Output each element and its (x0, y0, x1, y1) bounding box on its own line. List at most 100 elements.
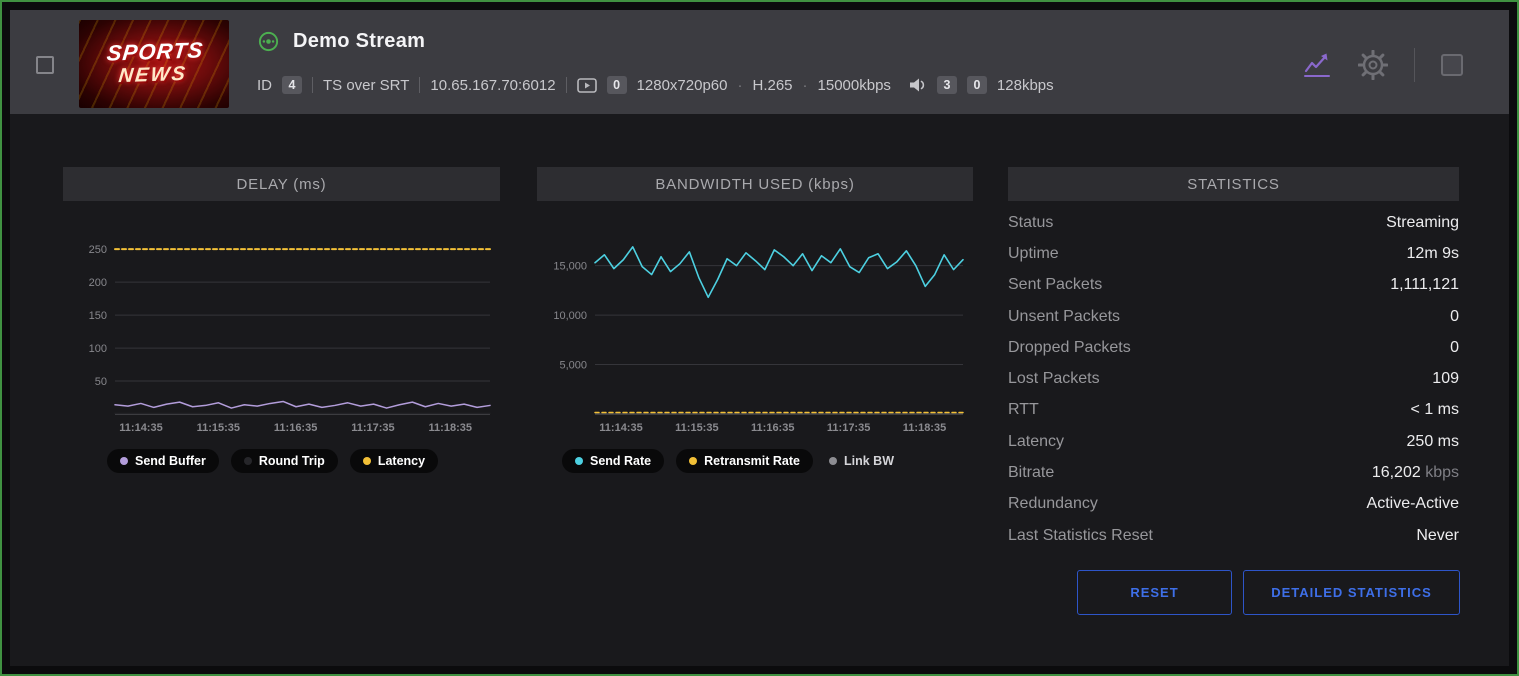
legend-round-trip[interactable]: Round Trip (231, 449, 338, 473)
svg-text:150: 150 (89, 310, 107, 322)
statistics-graph-button[interactable] (1302, 50, 1332, 80)
legend-label: Retransmit Rate (704, 454, 800, 468)
meta-divider (419, 77, 420, 93)
stat-row: Dropped Packets0 (1008, 332, 1459, 363)
svg-text:11:17:35: 11:17:35 (351, 422, 394, 434)
collapse-square-button[interactable] (1441, 54, 1463, 76)
audio-bitrate-label: 128kbps (997, 77, 1054, 94)
stream-status-icon (257, 30, 280, 53)
delay-panel-title: DELAY (ms) (63, 167, 500, 201)
codec-label: H.265 (752, 77, 792, 94)
stream-title-row: Demo Stream (257, 30, 425, 53)
stream-address: 10.65.167.70:6012 (430, 77, 555, 94)
stat-row: Last Statistics Reset Never (1008, 520, 1459, 551)
legend-link-bw[interactable]: Link BW (825, 449, 898, 473)
svg-text:11:15:35: 11:15:35 (197, 422, 240, 434)
thumbnail-text-line2: NEWS (86, 62, 219, 89)
stat-value: Never (1416, 527, 1459, 545)
stream-thumbnail: SPORTS NEWS (79, 20, 229, 108)
delay-chart: 5010015020025011:14:3511:15:3511:16:3511… (63, 202, 500, 442)
stat-label: Last Statistics Reset (1008, 527, 1153, 545)
svg-text:11:17:35: 11:17:35 (827, 422, 870, 434)
actions-divider (1414, 48, 1415, 82)
svg-text:11:18:35: 11:18:35 (903, 422, 946, 434)
stream-dashboard: SPORTS NEWS Demo Stream ID 4 TS over SRT… (0, 0, 1519, 676)
stream-meta-row: ID 4 TS over SRT 10.65.167.70:6012 0 128… (257, 74, 1054, 96)
stat-row: Sent Packets 1,111,121 (1008, 270, 1459, 301)
stat-label: Status (1008, 214, 1053, 232)
legend-label: Link BW (844, 454, 894, 468)
delay-legend: Send Buffer Round Trip Latency (107, 449, 438, 473)
audio-badge-1: 3 (937, 76, 957, 94)
stat-row: Unsent Packets 0 (1008, 301, 1459, 332)
svg-text:11:15:35: 11:15:35 (675, 422, 718, 434)
legend-latency[interactable]: Latency (350, 449, 438, 473)
settings-gear-button[interactable] (1358, 50, 1388, 80)
legend-dot (244, 457, 252, 465)
statistics-panel-title: STATISTICS (1008, 167, 1459, 201)
legend-dot (575, 457, 583, 465)
stat-row: Latency250 ms (1008, 426, 1459, 457)
stat-label: Unsent Packets (1008, 308, 1120, 326)
stat-value: 12m 9s (1407, 245, 1459, 263)
stat-label: Lost Packets (1008, 370, 1100, 388)
meta-divider (312, 77, 313, 93)
stat-value: 109 (1432, 370, 1459, 388)
resolution-label: 1280x720p60 (637, 77, 728, 94)
stat-value: 250 ms (1407, 433, 1459, 451)
stat-label: Uptime (1008, 245, 1059, 263)
dot-separator: · (737, 77, 742, 94)
legend-dot (829, 457, 837, 465)
stat-row: RedundancyActive-Active (1008, 489, 1459, 520)
stat-value: Active-Active (1367, 495, 1459, 513)
stat-label: Bitrate (1008, 464, 1054, 482)
legend-dot (689, 457, 697, 465)
svg-text:11:14:35: 11:14:35 (119, 422, 162, 434)
stat-value: 1,111,121 (1390, 276, 1459, 294)
thumbnail-banner: SPORTS NEWS (86, 38, 221, 89)
legend-send-rate[interactable]: Send Rate (562, 449, 664, 473)
svg-text:5,000: 5,000 (559, 360, 587, 372)
header-actions (1302, 48, 1463, 82)
legend-label: Send Buffer (135, 454, 206, 468)
bandwidth-panel-title: BANDWIDTH USED (kbps) (537, 167, 973, 201)
dashboard-content: DELAY (ms) 50 100 150 200 250 11:14:35 11:15:3… (10, 114, 1509, 666)
stat-value: 0 (1450, 339, 1459, 357)
svg-text:200: 200 (89, 277, 107, 289)
id-label: ID (257, 77, 272, 94)
audio-badge-2: 0 (967, 76, 987, 94)
stat-row: Lost Packets 109 (1008, 363, 1459, 394)
statistics-graph-icon (1302, 50, 1332, 80)
svg-text:100: 100 (89, 343, 107, 355)
thumbnail-text-line1: SPORTS (89, 38, 222, 67)
legend-send-buffer[interactable]: Send Buffer (107, 449, 219, 473)
svg-text:10,000: 10,000 (553, 310, 587, 322)
svg-text:250: 250 (89, 244, 107, 256)
svg-text:15,000: 15,000 (553, 261, 587, 273)
svg-text:11:18:35: 11:18:35 (429, 422, 472, 434)
gear-icon (1358, 50, 1388, 80)
legend-label: Round Trip (259, 454, 325, 468)
stat-row: RTT< 1 ms (1008, 395, 1459, 426)
stat-row: StatusStreaming (1008, 207, 1459, 238)
protocol-label: TS over SRT (323, 77, 409, 94)
legend-retransmit-rate[interactable]: Retransmit Rate (676, 449, 813, 473)
legend-dot (120, 457, 128, 465)
video-track-icon (577, 78, 597, 93)
stat-row: Bitrate 16,202 kbps (1008, 457, 1459, 488)
bandwidth-chart: 5,00010,00015,00011:14:3511:15:3511:16:3… (537, 202, 973, 442)
reset-button[interactable]: RESET (1077, 570, 1232, 615)
statistics-rows: StatusStreaming Uptime 12m 9s Sent Packets 1… (1008, 207, 1459, 551)
stat-value: 0 (1450, 308, 1459, 326)
stream-title: Demo Stream (293, 30, 425, 53)
meta-divider (566, 77, 567, 93)
stat-value: 16,202 kbps (1372, 464, 1459, 482)
svg-text:50: 50 (95, 376, 107, 388)
svg-text:11:16:35: 11:16:35 (751, 422, 794, 434)
stream-select-checkbox[interactable] (36, 56, 54, 74)
stat-value: < 1 ms (1411, 401, 1459, 419)
legend-label: Send Rate (590, 454, 651, 468)
detailed-statistics-button[interactable]: DETAILED STATISTICS (1243, 570, 1460, 615)
stream-header: SPORTS NEWS Demo Stream ID 4 TS over SRT… (10, 10, 1509, 114)
stat-label: Sent Packets (1008, 276, 1102, 294)
